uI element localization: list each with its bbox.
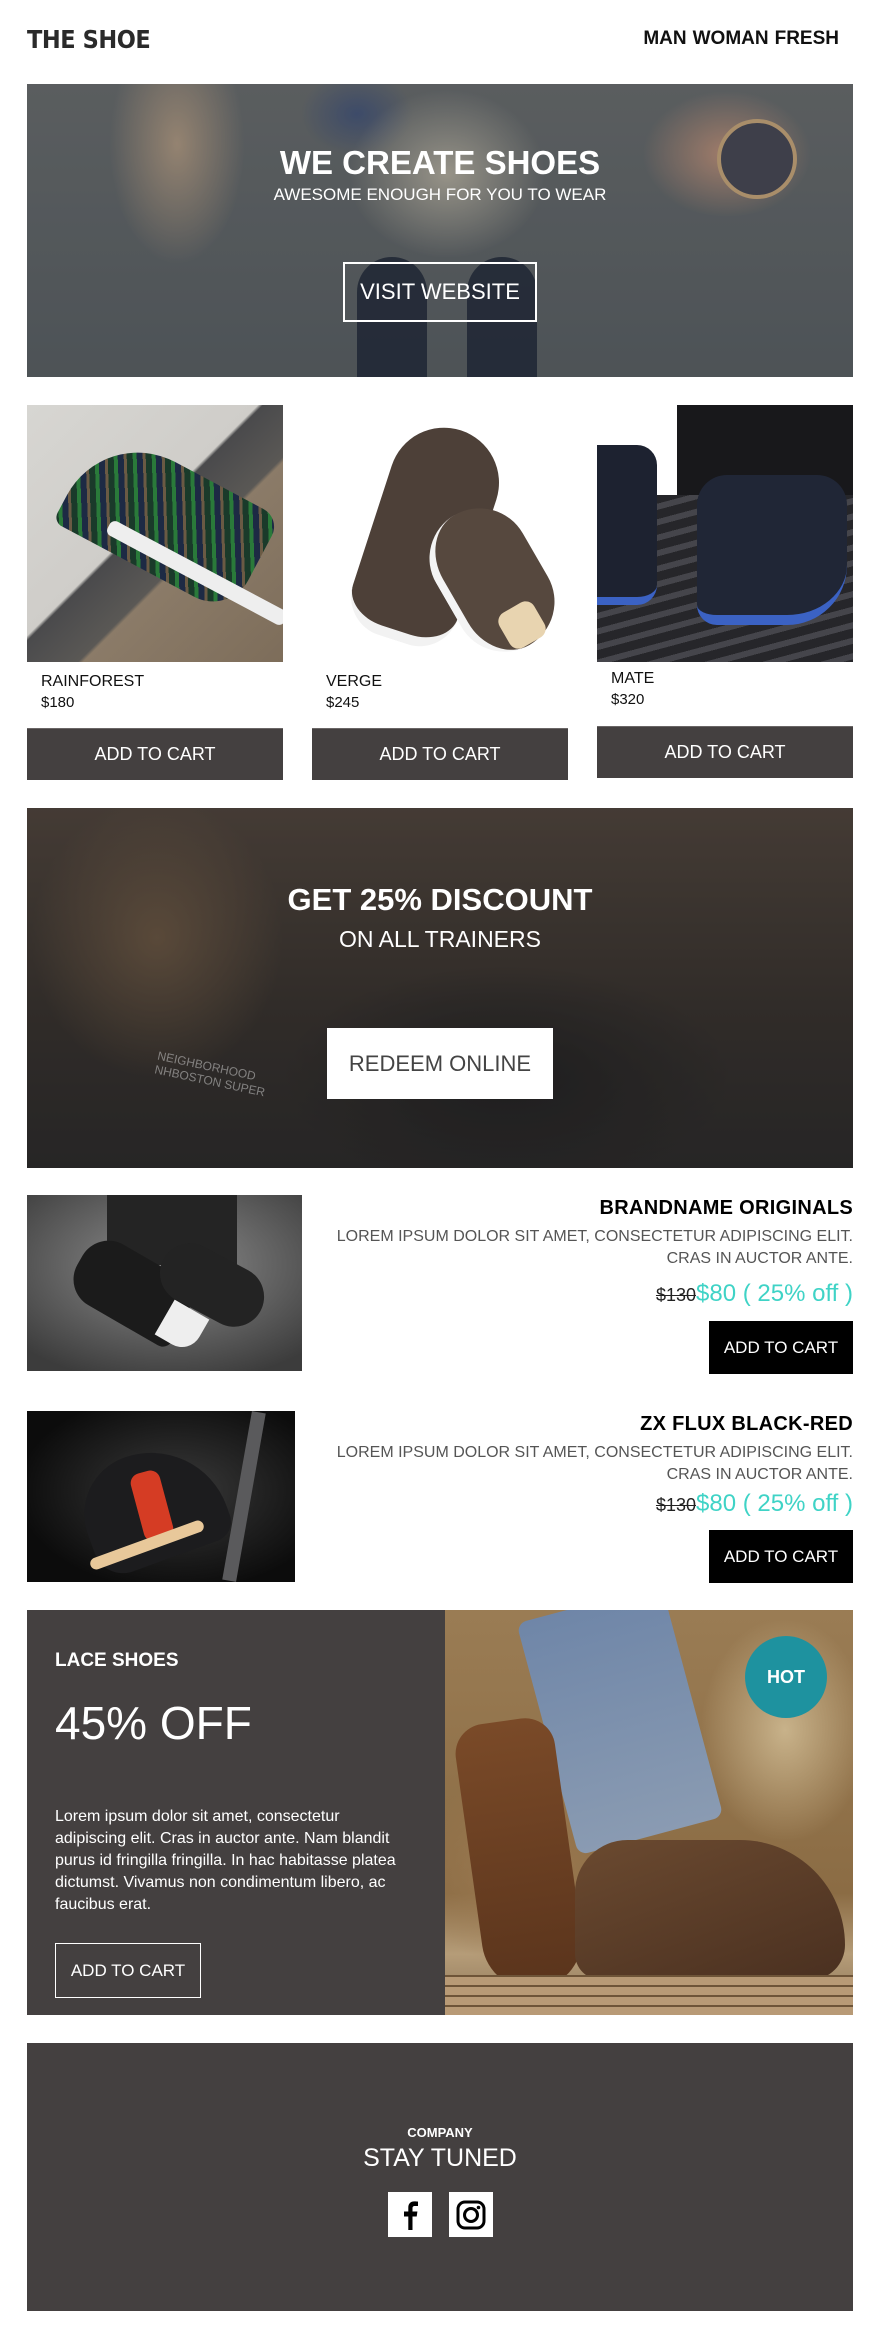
old-price: $130 bbox=[655, 1495, 697, 1515]
featured-product: ZX FLUX BLACK-RED LOREM IPSUM DOLOR SIT … bbox=[27, 1411, 853, 1591]
facebook-link[interactable] bbox=[387, 2192, 432, 2237]
main-nav: MAN WOMAN FRESH bbox=[643, 28, 839, 50]
featured-product-info: BRANDNAME ORIGINALS LOREM IPSUM DOLOR SI… bbox=[293, 1195, 853, 1374]
boot-graphic bbox=[575, 1840, 845, 1980]
featured-product-title: BRANDNAME ORIGINALS bbox=[599, 1197, 853, 1219]
price-block: $130$80 ( 25% off ) bbox=[293, 1490, 853, 1518]
promo-title: LACE SHOES bbox=[55, 1650, 179, 1671]
discount-banner: NEIGHBORHOOD NHBOSTON SUPER GET 25% DISC… bbox=[27, 808, 853, 1168]
footer-company: COMPANY bbox=[407, 2125, 473, 2140]
instagram-link[interactable] bbox=[448, 2192, 493, 2237]
description-line: CRAS IN AUCTOR ANTE. bbox=[666, 1250, 853, 1267]
product-price: $180 bbox=[41, 694, 75, 711]
add-to-cart-button[interactable]: ADD TO CART bbox=[55, 1943, 201, 1998]
nav-link-man[interactable]: MAN bbox=[643, 28, 686, 50]
shoe-graphic bbox=[52, 424, 282, 616]
footer: COMPANY STAY TUNED bbox=[27, 2043, 853, 2311]
product-card: RAINFOREST $180 ADD TO CART bbox=[27, 405, 283, 780]
boot-graphic bbox=[597, 445, 657, 605]
facebook-icon bbox=[403, 2200, 418, 2230]
product-price: $320 bbox=[611, 691, 645, 708]
hot-badge: HOT bbox=[745, 1636, 827, 1718]
hero-title: WE CREATE SHOES bbox=[279, 144, 601, 181]
description-line: LOREM IPSUM DOLOR SIT AMET, CONSECTETUR … bbox=[336, 1228, 853, 1245]
product-name: VERGE bbox=[326, 673, 383, 690]
featured-product: BRANDNAME ORIGINALS LOREM IPSUM DOLOR SI… bbox=[27, 1195, 853, 1375]
hero-banner: WE CREATE SHOES AWESOME ENOUGH FOR YOU T… bbox=[27, 84, 853, 377]
nav-link-woman[interactable]: WOMAN bbox=[693, 28, 769, 50]
nav-link-fresh[interactable]: FRESH bbox=[775, 28, 839, 50]
promo-image: HOT bbox=[445, 1610, 853, 2015]
hero-content: WE CREATE SHOES AWESOME ENOUGH FOR YOU T… bbox=[27, 84, 853, 377]
add-to-cart-button[interactable]: ADD TO CART bbox=[709, 1321, 853, 1374]
stand-graphic bbox=[222, 1411, 266, 1582]
logo[interactable]: THE SHOE bbox=[27, 25, 151, 54]
promo-description: Lorem ipsum dolor sit amet, consectetur … bbox=[55, 1808, 396, 1913]
add-to-cart-button[interactable]: ADD TO CART bbox=[709, 1530, 853, 1583]
product-card: MATE $320 ADD TO CART bbox=[597, 405, 853, 778]
discount-title: GET 25% DISCOUNT bbox=[287, 882, 593, 917]
featured-product-title: ZX FLUX BLACK-RED bbox=[640, 1413, 853, 1435]
product-name: MATE bbox=[611, 670, 655, 687]
add-to-cart-button[interactable]: ADD TO CART bbox=[597, 726, 853, 778]
featured-product-info: ZX FLUX BLACK-RED LOREM IPSUM DOLOR SIT … bbox=[293, 1411, 853, 1583]
description-line: CRAS IN AUCTOR ANTE. bbox=[666, 1466, 853, 1483]
redeem-online-button[interactable]: REDEEM ONLINE bbox=[327, 1028, 553, 1099]
add-to-cart-button[interactable]: ADD TO CART bbox=[312, 728, 568, 780]
visit-website-button[interactable]: VISIT WEBSITE bbox=[343, 262, 537, 322]
sale-price: $80 ( 25% off ) bbox=[696, 1280, 853, 1307]
product-card: VERGE $245 ADD TO CART bbox=[312, 405, 568, 780]
product-grid: RAINFOREST $180 ADD TO CART VERGE $245 A… bbox=[27, 405, 853, 785]
hero-subtitle: AWESOME ENOUGH FOR YOU TO WEAR bbox=[273, 185, 607, 204]
social-links bbox=[27, 2192, 853, 2237]
discount-subtitle: ON ALL TRAINERS bbox=[339, 926, 541, 952]
featured-product-description: LOREM IPSUM DOLOR SIT AMET, CONSECTETUR … bbox=[293, 1226, 853, 1270]
promo-offer: 45% OFF bbox=[55, 1697, 252, 1749]
description-line: LOREM IPSUM DOLOR SIT AMET, CONSECTETUR … bbox=[336, 1444, 853, 1461]
floor-graphic bbox=[445, 1975, 853, 2015]
price-block: $130$80 ( 25% off ) bbox=[293, 1280, 853, 1308]
product-image-rainforest[interactable] bbox=[27, 405, 283, 662]
lace-shoes-promo: LACE SHOES 45% OFF Lorem ipsum dolor sit… bbox=[27, 1610, 853, 2015]
featured-product-image[interactable] bbox=[27, 1411, 295, 1582]
featured-product-image[interactable] bbox=[27, 1195, 302, 1371]
header: THE SHOE MAN WOMAN FRESH bbox=[27, 0, 853, 78]
old-price: $130 bbox=[655, 1285, 697, 1305]
instagram-icon bbox=[456, 2200, 485, 2229]
sale-price: $80 ( 25% off ) bbox=[696, 1490, 853, 1517]
featured-product-description: LOREM IPSUM DOLOR SIT AMET, CONSECTETUR … bbox=[293, 1442, 853, 1486]
shoe-brand-print: NEIGHBORHOOD NHBOSTON SUPER bbox=[153, 1049, 269, 1101]
product-name: RAINFOREST bbox=[41, 673, 145, 690]
product-image-verge[interactable] bbox=[312, 405, 568, 662]
product-image-mate[interactable] bbox=[597, 405, 853, 662]
product-price: $245 bbox=[326, 694, 360, 711]
footer-tagline: STAY TUNED bbox=[363, 2144, 517, 2172]
add-to-cart-button[interactable]: ADD TO CART bbox=[27, 728, 283, 780]
boot-graphic bbox=[697, 475, 847, 625]
